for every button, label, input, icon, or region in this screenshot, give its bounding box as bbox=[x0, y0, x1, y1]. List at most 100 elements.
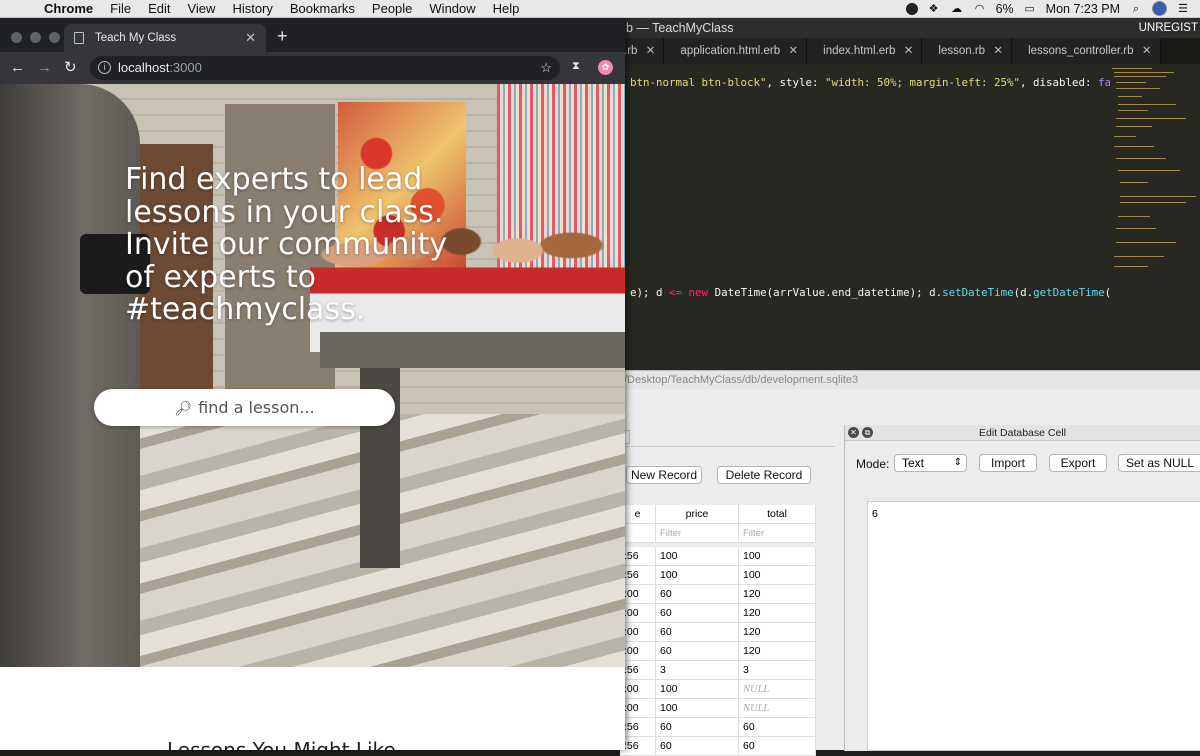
table-cell[interactable]: :00 bbox=[620, 699, 656, 717]
table-cell[interactable]: :00 bbox=[620, 642, 656, 660]
bookmark-star-icon[interactable]: ☆ bbox=[540, 56, 552, 80]
close-icon[interactable]: ✕ bbox=[789, 38, 799, 64]
import-button[interactable]: Import bbox=[979, 454, 1037, 472]
filter-input-price[interactable]: Filter bbox=[656, 524, 739, 542]
table-cell[interactable]: 60 bbox=[656, 623, 739, 641]
reload-icon[interactable]: ↻ bbox=[64, 52, 77, 84]
table-cell[interactable]: 60 bbox=[739, 737, 816, 755]
table-row[interactable]: :56 3 3 bbox=[620, 661, 816, 680]
close-icon[interactable]: ✕ bbox=[1142, 38, 1152, 64]
table-cell[interactable]: 100 bbox=[656, 547, 739, 565]
code-area[interactable]: btn-normal btn-block", style: "width: 50… bbox=[620, 64, 1110, 370]
editor-tab[interactable]: lesson.rb ✕ bbox=[922, 38, 1013, 64]
table-cell[interactable]: 120 bbox=[739, 585, 816, 603]
lesson-search-input[interactable]: 🔎︎ find a lesson... bbox=[94, 389, 395, 426]
column-header-price[interactable]: price bbox=[656, 505, 739, 523]
table-cell[interactable]: 3 bbox=[739, 661, 816, 679]
table-cell[interactable]: 100 bbox=[739, 566, 816, 584]
user-avatar-icon[interactable] bbox=[1152, 1, 1167, 16]
table-cell[interactable]: :56 bbox=[620, 661, 656, 679]
menu-bookmarks[interactable]: Bookmarks bbox=[281, 0, 363, 18]
mode-select[interactable]: Text ⇕ bbox=[894, 454, 967, 472]
close-icon[interactable]: ✕ bbox=[993, 38, 1003, 64]
minimize-window-button[interactable] bbox=[30, 32, 41, 43]
close-window-button[interactable] bbox=[11, 32, 22, 43]
menu-app-chrome[interactable]: Chrome bbox=[38, 0, 102, 18]
battery-icon[interactable]: ▭ bbox=[1023, 2, 1037, 16]
column-header-total[interactable]: total bbox=[739, 505, 816, 523]
table-row[interactable]: :56 100 100 bbox=[620, 566, 816, 585]
table-row[interactable]: :00 60 120 bbox=[620, 604, 816, 623]
table-row[interactable]: :56 100 100 bbox=[620, 547, 816, 566]
menu-view[interactable]: View bbox=[179, 0, 224, 18]
menu-file[interactable]: File bbox=[102, 0, 140, 18]
menu-window[interactable]: Window bbox=[421, 0, 484, 18]
table-cell[interactable]: :00 bbox=[620, 623, 656, 641]
table-cell[interactable]: 60 bbox=[656, 604, 739, 622]
table-cell[interactable]: 120 bbox=[739, 642, 816, 660]
table-cell[interactable]: 60 bbox=[656, 642, 739, 660]
spotlight-search-icon[interactable]: ⌕ bbox=[1129, 2, 1143, 16]
table-cell[interactable]: :56 bbox=[620, 547, 656, 565]
menu-history[interactable]: History bbox=[224, 0, 281, 18]
dropbox-icon[interactable]: ❖ bbox=[927, 2, 941, 16]
table-row[interactable]: :00 60 120 bbox=[620, 585, 816, 604]
editor-tab[interactable]: .rb ✕ bbox=[620, 38, 665, 64]
table-row[interactable]: :00 100 NULL bbox=[620, 680, 816, 699]
table-cell[interactable]: 60 bbox=[656, 585, 739, 603]
table-row[interactable]: :00 60 120 bbox=[620, 642, 816, 661]
table-cell[interactable]: :56 bbox=[620, 718, 656, 736]
table-cell[interactable]: 3 bbox=[656, 661, 739, 679]
menu-edit[interactable]: Edit bbox=[140, 0, 179, 18]
status-app-icon[interactable] bbox=[905, 2, 918, 15]
table-cell[interactable]: :00 bbox=[620, 585, 656, 603]
table-cell[interactable]: 60 bbox=[739, 718, 816, 736]
table-cell[interactable]: :00 bbox=[620, 604, 656, 622]
editor-tab[interactable]: index.html.erb ✕ bbox=[807, 38, 923, 64]
close-tab-icon[interactable]: ✕ bbox=[245, 24, 256, 52]
menu-help[interactable]: Help bbox=[484, 0, 528, 18]
table-cell[interactable]: :56 bbox=[620, 737, 656, 755]
table-cell[interactable]: :56 bbox=[620, 566, 656, 584]
profile-avatar-icon[interactable]: ✿ bbox=[598, 60, 613, 75]
back-icon[interactable]: ← bbox=[10, 52, 25, 84]
new-tab-icon[interactable]: + bbox=[277, 22, 288, 50]
address-bar[interactable]: i localhost:3000 ☆ bbox=[90, 56, 560, 80]
table-row[interactable]: :00 100 NULL bbox=[620, 699, 816, 718]
menu-people[interactable]: People bbox=[363, 0, 420, 18]
table-cell[interactable]: 120 bbox=[739, 604, 816, 622]
wifi-icon[interactable]: ◠ bbox=[973, 2, 987, 16]
table-cell[interactable]: 120 bbox=[739, 623, 816, 641]
set-as-null-button[interactable]: Set as NULL bbox=[1118, 454, 1200, 472]
table-cell-null[interactable]: NULL bbox=[739, 680, 816, 698]
panel-float-icon[interactable]: ⧉ bbox=[862, 427, 873, 438]
browser-tab[interactable]: Teach My Class ✕ bbox=[64, 24, 266, 52]
notification-center-icon[interactable]: ☰ bbox=[1176, 2, 1190, 16]
extension-icon[interactable]: ⧗ bbox=[572, 60, 580, 73]
editor-tab[interactable]: application.html.erb ✕ bbox=[664, 38, 808, 64]
table-row[interactable]: :56 60 60 bbox=[620, 718, 816, 737]
clock[interactable]: Mon 7:23 PM bbox=[1046, 2, 1120, 16]
table-cell[interactable]: 60 bbox=[656, 718, 739, 736]
cell-value-editor[interactable]: 6 bbox=[867, 501, 1200, 751]
filter-input[interactable] bbox=[620, 524, 656, 542]
table-row[interactable]: :56 60 60 bbox=[620, 737, 816, 756]
column-header[interactable]: e bbox=[620, 505, 656, 523]
close-icon[interactable]: ✕ bbox=[646, 38, 656, 64]
battery-percent[interactable]: 6% bbox=[996, 2, 1014, 16]
forward-icon[interactable]: → bbox=[37, 52, 52, 84]
table-cell[interactable]: 100 bbox=[739, 547, 816, 565]
table-cell[interactable]: 100 bbox=[656, 566, 739, 584]
table-row[interactable]: :00 60 120 bbox=[620, 623, 816, 642]
panel-close-icon[interactable]: ✕ bbox=[848, 427, 859, 438]
site-info-icon[interactable]: i bbox=[98, 61, 111, 74]
table-cell[interactable]: :00 bbox=[620, 680, 656, 698]
editor-minimap[interactable] bbox=[1110, 66, 1196, 276]
table-cell[interactable]: 100 bbox=[656, 699, 739, 717]
filter-input-total[interactable]: Filter bbox=[739, 524, 816, 542]
export-button[interactable]: Export bbox=[1049, 454, 1107, 472]
zoom-window-button[interactable] bbox=[49, 32, 60, 43]
table-cell[interactable]: 100 bbox=[656, 680, 739, 698]
delete-record-button[interactable]: Delete Record bbox=[717, 466, 811, 484]
creative-cloud-icon[interactable]: ☁ bbox=[950, 2, 964, 16]
